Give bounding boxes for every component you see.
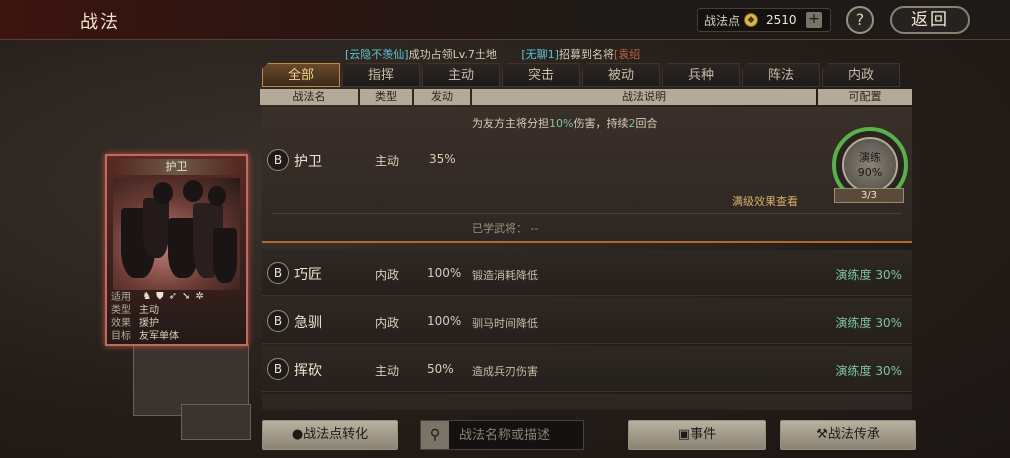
card-info: 适用 ♞ ⛊ ➶ ➘ ✲ 类型 主动 效果 援护 目标 友军单体 (111, 290, 204, 342)
back-button[interactable]: 返回 (890, 6, 970, 34)
card-artwork (113, 178, 240, 290)
tab-active[interactable]: 主动 (422, 63, 500, 87)
skill-row[interactable] (262, 394, 912, 410)
skill-rate: 100% (427, 266, 462, 280)
spear-icon: ➘ (182, 291, 191, 302)
tab-command[interactable]: 指挥 (342, 63, 420, 87)
tactic-points-box: 战法点 ◆ 2510 + (697, 8, 831, 32)
selected-skill-row[interactable]: 为友方主将分担10%伤害，持续2回合 B 护卫 主动 35% 演练 90% 3/… (262, 107, 912, 243)
train-count: 3/3 (834, 188, 904, 203)
skill-description: 锻造消耗降低 (472, 269, 538, 282)
skill-type: 主动 (375, 154, 400, 168)
search-box: ⚲ (420, 420, 584, 450)
skill-name: 巧匠 (294, 267, 322, 283)
skill-description: 造成兵刃伤害 (472, 365, 538, 378)
tab-domestic[interactable]: 内政 (822, 63, 900, 87)
skill-rate: 35% (429, 152, 456, 166)
train-label: 演练 (859, 151, 881, 164)
skill-description: 驯马时间降低 (472, 317, 538, 330)
news-ticker: [云隐不羡仙]成功占领Lv.7土地 [无聊1]招募到名将[袁绍 (345, 46, 640, 62)
ticker-text-2: 招募到名将 (558, 48, 614, 61)
hammer-icon: ⚒ (816, 427, 828, 442)
convert-points-button[interactable]: ●战法点转化 (262, 420, 398, 450)
ticker-general: [袁绍 (613, 48, 641, 61)
card-title: 护卫 (115, 159, 238, 175)
top-bar: 战法 战法点 ◆ 2510 + ? 返回 (0, 0, 1010, 40)
siege-icon: ✲ (195, 291, 204, 302)
help-button[interactable]: ? (846, 6, 874, 34)
ticker-text-1: 成功占领Lv.7土地 (408, 48, 497, 61)
coin-icon: ◆ (744, 13, 759, 27)
col-name[interactable]: 战法名 (260, 89, 358, 105)
skill-name: 急驯 (294, 315, 322, 331)
skill-row[interactable]: B 挥砍 主动 50% 造成兵刃伤害 演练度 30% (262, 346, 912, 392)
col-configurable[interactable]: 可配置 (818, 89, 912, 105)
grade-badge: B (267, 262, 289, 284)
full-effect-link[interactable]: 满级效果查看 (732, 193, 798, 209)
skill-proficiency: 演练度 30% (835, 316, 903, 330)
shield-icon: ⛊ (156, 291, 164, 302)
points-label: 战法点 (704, 13, 741, 28)
skill-type: 内政 (375, 316, 400, 330)
grade-badge: B (267, 149, 289, 171)
skill-row[interactable]: B 急驯 内政 100% 驯马时间降低 演练度 30% (262, 298, 912, 344)
events-button[interactable]: ▣事件 (628, 420, 766, 450)
col-description: 战法说明 (472, 89, 816, 105)
search-icon[interactable]: ⚲ (421, 421, 449, 449)
category-tabs: 全部 指挥 主动 突击 被动 兵种 阵法 内政 (262, 63, 900, 87)
search-input[interactable] (449, 427, 579, 443)
learned-generals: 已学武将： -- (472, 222, 539, 235)
skill-row[interactable]: B 巧匠 内政 100% 锻造消耗降低 演练度 30% (262, 250, 912, 296)
tab-formation[interactable]: 阵法 (742, 63, 820, 87)
divider (272, 213, 902, 214)
convert-icon: ● (291, 427, 304, 442)
skill-type: 内政 (375, 268, 400, 282)
inherit-button[interactable]: ⚒战法传承 (780, 420, 916, 450)
skill-type: 主动 (375, 364, 400, 378)
skill-name: 护卫 (294, 154, 322, 170)
points-value: 2510 (766, 13, 797, 27)
skill-card: 护卫 适用 ♞ ⛊ ➶ ➘ ✲ 类型 主动 效果 援护 目标 友军单体 (105, 154, 248, 346)
ticker-player-2: [无聊1] (521, 48, 559, 61)
column-headers: 战法名 类型 发动 战法说明 可配置 (260, 89, 912, 105)
train-button[interactable]: 演练 90% (842, 137, 898, 193)
tab-all[interactable]: 全部 (262, 63, 340, 87)
skill-rate: 100% (427, 314, 462, 328)
events-icon: ▣ (677, 427, 691, 442)
col-trigger[interactable]: 发动 (414, 89, 470, 105)
skill-proficiency: 演练度 30% (835, 268, 903, 282)
selected-skill-description: 为友方主将分担10%伤害，持续2回合 (472, 117, 658, 130)
train-percent: 90% (857, 166, 883, 179)
cavalry-icon: ♞ (142, 291, 152, 302)
tab-assault[interactable]: 突击 (502, 63, 580, 87)
skill-rate: 50% (427, 362, 454, 376)
bow-icon: ➶ (168, 291, 178, 302)
grade-badge: B (267, 358, 289, 380)
add-points-button[interactable]: + (806, 12, 823, 28)
page-title: 战法 (80, 12, 120, 33)
ticker-player-1: [云隐不羡仙] (345, 48, 409, 61)
troop-types: ♞ ⛊ ➶ ➘ ✲ (142, 290, 204, 303)
col-type[interactable]: 类型 (360, 89, 412, 105)
tab-troop[interactable]: 兵种 (662, 63, 740, 87)
tab-passive[interactable]: 被动 (582, 63, 660, 87)
grade-badge: B (267, 310, 289, 332)
skill-proficiency: 演练度 30% (835, 364, 903, 378)
card-stack-back (181, 404, 251, 440)
skill-name: 挥砍 (294, 363, 322, 379)
skill-list: 为友方主将分担10%伤害，持续2回合 B 护卫 主动 35% 演练 90% 3/… (262, 107, 912, 410)
